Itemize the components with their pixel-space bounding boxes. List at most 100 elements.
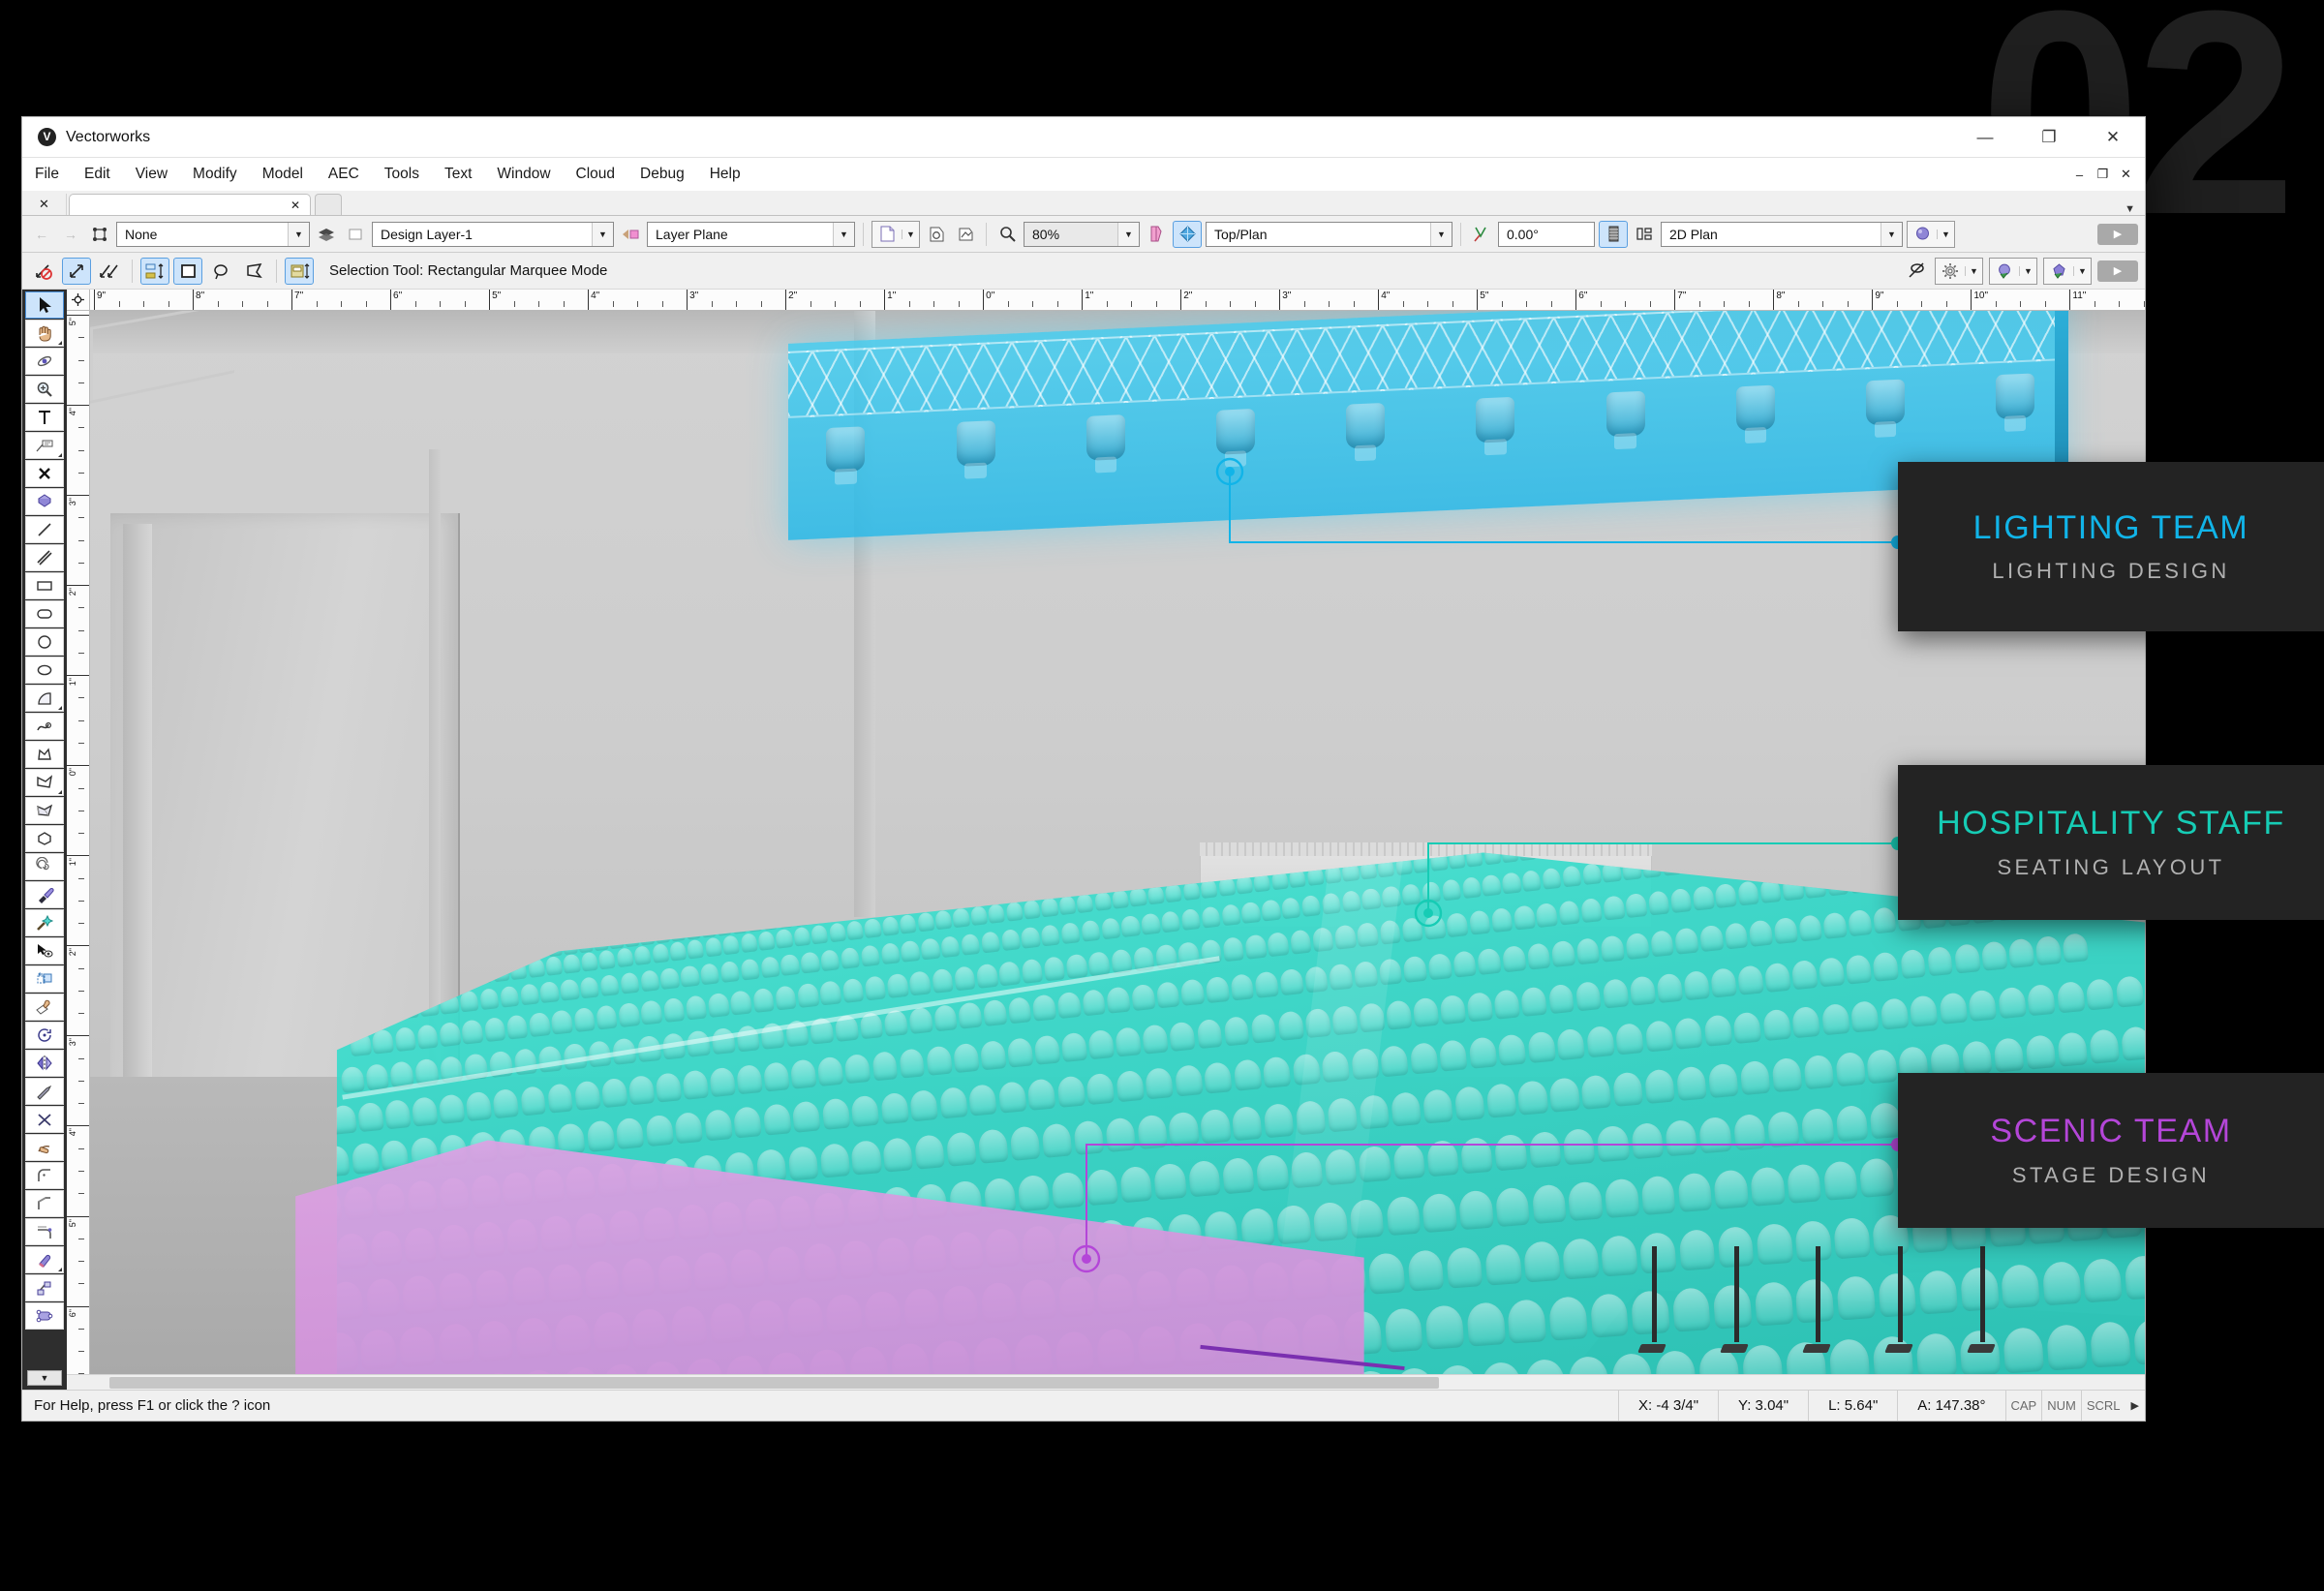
callout-tool[interactable] bbox=[25, 432, 64, 459]
connect-combine-tool[interactable] bbox=[25, 1274, 64, 1301]
unified-view-icon[interactable] bbox=[1173, 220, 1202, 248]
drawing-canvas[interactable] bbox=[90, 311, 2145, 1374]
stacked-layers-icon[interactable] bbox=[1599, 220, 1628, 248]
tabstrip-close-button[interactable]: ✕ bbox=[22, 194, 67, 215]
lighting-options-icon[interactable] bbox=[953, 222, 978, 247]
mode-polygon-marquee-button[interactable] bbox=[239, 258, 268, 285]
zoom-tool[interactable] bbox=[25, 376, 64, 403]
ellipse-tool[interactable] bbox=[25, 657, 64, 684]
menu-view[interactable]: View bbox=[123, 158, 180, 191]
menu-edit[interactable]: Edit bbox=[72, 158, 123, 191]
menu-text[interactable]: Text bbox=[432, 158, 484, 191]
palette-scroll-button[interactable]: ▼ bbox=[27, 1370, 62, 1386]
polyline-tool[interactable] bbox=[25, 769, 64, 796]
chevron-down-icon[interactable]: ▼ bbox=[2125, 203, 2145, 215]
render-style-button[interactable]: ▼ bbox=[1907, 220, 1955, 248]
double-line-tool[interactable] bbox=[25, 544, 64, 571]
callout-card-scenic[interactable]: SCENIC TEAM STAGE DESIGN bbox=[1898, 1073, 2324, 1228]
regular-polygon-tool[interactable] bbox=[25, 825, 64, 852]
working-plane-icon[interactable] bbox=[618, 222, 643, 247]
spiral-tool[interactable] bbox=[25, 853, 64, 880]
menu-tools[interactable]: Tools bbox=[372, 158, 432, 191]
layer-visibility-icon[interactable] bbox=[343, 222, 368, 247]
ruler-origin-icon[interactable] bbox=[67, 290, 90, 311]
mirror-tool[interactable] bbox=[25, 1050, 64, 1077]
angle-field[interactable]: 0.00° bbox=[1498, 221, 1595, 247]
horizontal-ruler[interactable]: 9" 8" 7" 6" 5" 4" 3" 2" 1" 0" 1" 2" 3" 4" 5" 6" 7" 8" 9" 10… bbox=[90, 290, 2145, 311]
mode-interactive-scale-button[interactable] bbox=[285, 257, 314, 285]
trim-tool[interactable] bbox=[25, 1078, 64, 1105]
render-sphere-button[interactable]: ▼ bbox=[1989, 257, 2037, 285]
close-button[interactable]: ✕ bbox=[2081, 117, 2145, 157]
rectangle-tool[interactable] bbox=[25, 572, 64, 599]
move-by-points-tool[interactable] bbox=[25, 965, 64, 993]
menu-cloud[interactable]: Cloud bbox=[564, 158, 628, 191]
chevron-down-icon[interactable]: ▼ bbox=[2073, 265, 2091, 276]
render-icon[interactable] bbox=[924, 222, 949, 247]
extrude-tool[interactable] bbox=[25, 488, 64, 515]
callout-card-lighting[interactable]: LIGHTING TEAM LIGHTING DESIGN bbox=[1898, 462, 2324, 631]
layer-combo[interactable]: Design Layer-1 ▼ bbox=[372, 221, 614, 247]
magnifier-icon[interactable] bbox=[994, 222, 1020, 247]
mode-multiple-object-button[interactable] bbox=[95, 258, 124, 285]
menu-aec[interactable]: AEC bbox=[316, 158, 372, 191]
arc-tool[interactable] bbox=[25, 685, 64, 712]
eraser-tool[interactable] bbox=[25, 1246, 64, 1273]
restore-button[interactable]: ❐ bbox=[2017, 117, 2081, 157]
visibility-tool[interactable] bbox=[25, 937, 64, 964]
viewport-icon[interactable] bbox=[1632, 222, 1657, 247]
new-tab-button[interactable] bbox=[315, 194, 342, 215]
chevron-down-icon[interactable]: ▼ bbox=[902, 229, 919, 239]
split-tool[interactable] bbox=[25, 1106, 64, 1133]
document-tab[interactable]: ✕ bbox=[69, 194, 311, 215]
line-tool[interactable] bbox=[25, 516, 64, 543]
chevron-down-icon[interactable]: ▼ bbox=[288, 222, 309, 246]
fillet-tool[interactable] bbox=[25, 1162, 64, 1189]
menu-model[interactable]: Model bbox=[250, 158, 316, 191]
circle-tool[interactable] bbox=[25, 628, 64, 656]
callout-card-hospitality[interactable]: HOSPITALITY STAFF SEATING LAYOUT bbox=[1898, 765, 2324, 920]
minimize-button[interactable]: — bbox=[1953, 117, 2017, 157]
chevron-down-icon[interactable]: ▼ bbox=[1881, 222, 1902, 246]
mode-single-object-button[interactable] bbox=[62, 257, 91, 285]
nurbs-curve-tool[interactable] bbox=[25, 797, 64, 824]
scrollbar-thumb[interactable] bbox=[109, 1376, 1440, 1389]
flyout-triangle-icon[interactable] bbox=[58, 706, 62, 710]
nav-back-icon[interactable]: ← bbox=[29, 222, 54, 247]
snap-loupe-icon[interactable] bbox=[1904, 259, 1929, 284]
menu-file[interactable]: File bbox=[22, 158, 72, 191]
chevron-down-icon[interactable]: ▼ bbox=[592, 222, 613, 246]
chevron-down-icon[interactable]: ▼ bbox=[2019, 265, 2036, 276]
chamfer-tool[interactable] bbox=[25, 1190, 64, 1217]
mode-toolbar-overflow-button[interactable]: ▶ bbox=[2097, 260, 2138, 282]
chevron-down-icon[interactable]: ▼ bbox=[1937, 229, 1954, 239]
flyout-triangle-icon[interactable] bbox=[58, 453, 62, 457]
mdi-restore-button[interactable]: ❐ bbox=[2095, 167, 2110, 182]
status-overflow-icon[interactable]: ▶ bbox=[2125, 1399, 2145, 1412]
toolbar-overflow-button[interactable]: ▶ bbox=[2097, 223, 2138, 245]
render-shape-button[interactable]: ▼ bbox=[2043, 257, 2092, 285]
magic-wand-tool[interactable] bbox=[25, 909, 64, 936]
chevron-down-icon[interactable]: ▼ bbox=[833, 222, 854, 246]
offset-tool[interactable] bbox=[25, 1218, 64, 1245]
eyedropper-tool[interactable] bbox=[25, 881, 64, 908]
attribute-dropper-tool[interactable] bbox=[25, 994, 64, 1021]
plane-combo[interactable]: Layer Plane ▼ bbox=[647, 221, 855, 247]
delete-tool[interactable] bbox=[25, 460, 64, 487]
selection-tool[interactable] bbox=[25, 291, 64, 319]
flyover-icon[interactable] bbox=[1144, 222, 1169, 247]
nav-forward-icon[interactable]: → bbox=[58, 222, 83, 247]
zoom-combo[interactable]: 80% ▼ bbox=[1024, 221, 1140, 247]
menu-help[interactable]: Help bbox=[697, 158, 753, 191]
polygon-tool[interactable] bbox=[25, 741, 64, 768]
menu-window[interactable]: Window bbox=[484, 158, 563, 191]
snap-angle-icon[interactable] bbox=[1469, 222, 1494, 247]
flyout-triangle-icon[interactable] bbox=[58, 1268, 62, 1271]
page-setup-button[interactable]: ▼ bbox=[872, 220, 920, 248]
text-tool[interactable] bbox=[25, 404, 64, 431]
vertical-ruler[interactable]: 5" 4" 3" 2" 1" 0" 1" 2" 3" 4" 5" 6" bbox=[67, 311, 90, 1374]
reshape-tool[interactable] bbox=[25, 1302, 64, 1330]
flyout-triangle-icon[interactable] bbox=[58, 341, 62, 345]
menu-debug[interactable]: Debug bbox=[627, 158, 697, 191]
rounded-rectangle-tool[interactable] bbox=[25, 600, 64, 627]
